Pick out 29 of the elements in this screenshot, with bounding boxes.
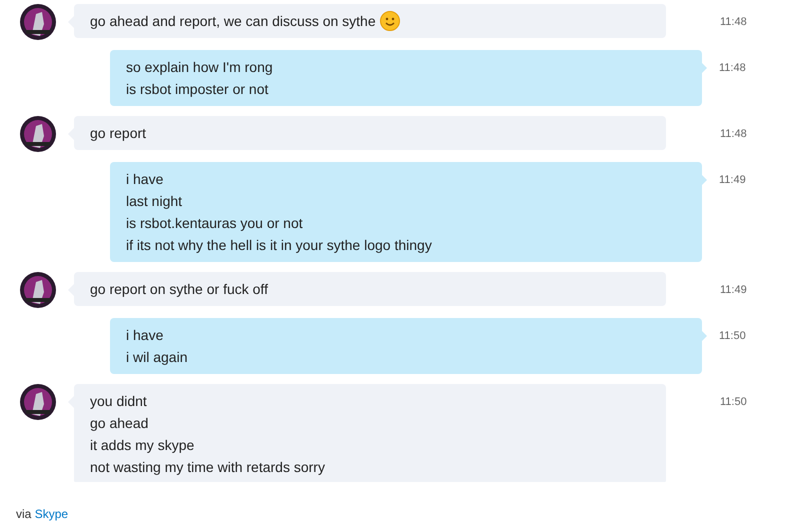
avatar-icon xyxy=(20,116,56,152)
message-text: it adds my skype xyxy=(90,436,194,455)
message-text: last night xyxy=(126,192,182,211)
footer-text: via xyxy=(16,507,32,521)
avatar-icon xyxy=(20,272,56,308)
message-text: go ahead xyxy=(90,414,148,433)
message-text: is rsbot.kentauras you or not xyxy=(126,214,303,233)
avatar-icon xyxy=(20,384,56,420)
message-text: not wasting my time with retards sorry xyxy=(90,458,325,477)
message-text: you didnt xyxy=(90,392,147,411)
message-text: i wil again xyxy=(126,348,188,367)
message-text: go report on sythe or fuck off xyxy=(90,280,268,299)
skype-link[interactable]: Skype xyxy=(34,507,68,521)
message-time: 11:49 xyxy=(719,173,746,188)
message-time: 11:48 xyxy=(720,15,747,30)
message-time: 11:50 xyxy=(720,395,747,410)
message-text: if its not why the hell is it in your sythe logo thingy xyxy=(126,236,432,255)
message-time: 11:48 xyxy=(720,127,747,142)
message-text: go ahead and report, we can discuss on sythe xyxy=(90,12,376,31)
avatar-icon xyxy=(20,4,56,40)
message-text: so explain how I'm rong xyxy=(126,58,273,77)
message-time: 11:49 xyxy=(720,283,747,298)
smiley-icon xyxy=(380,11,400,31)
message-text: go report xyxy=(90,124,146,143)
message-text: i have xyxy=(126,170,164,188)
message-time: 11:48 xyxy=(719,61,746,76)
message-text: is rsbot imposter or not xyxy=(126,80,268,99)
message-time: 11:50 xyxy=(719,329,746,344)
message-text: i have xyxy=(126,326,164,344)
